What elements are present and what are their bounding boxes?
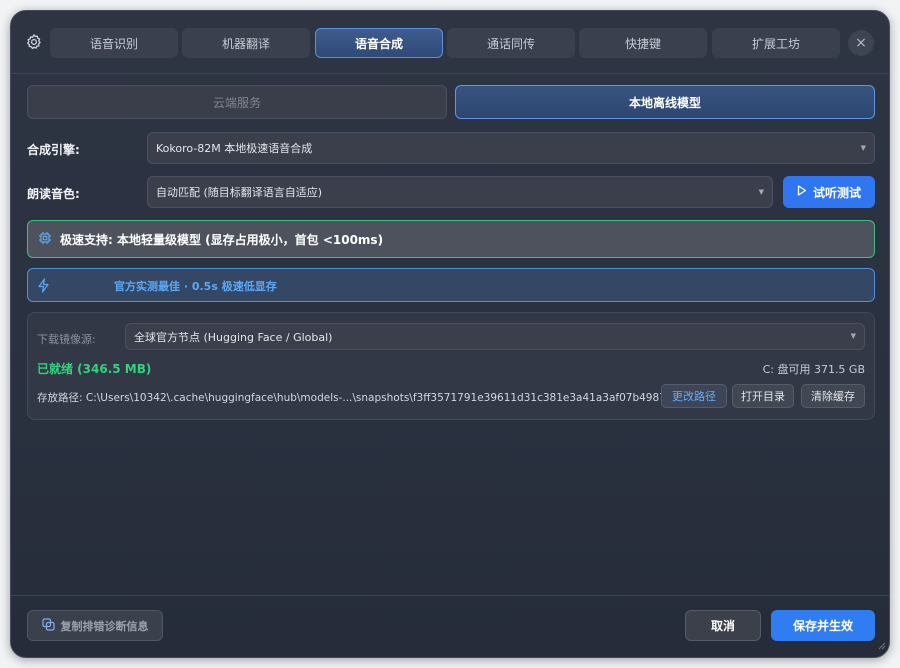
tab-extensions[interactable]: 扩展工坊 — [712, 28, 840, 58]
tab-shortcuts[interactable]: 快捷键 — [579, 28, 707, 58]
settings-window: 语音识别 机器翻译 语音合成 通话同传 快捷键 扩展工坊 × 云端服务 本地离线… — [10, 10, 890, 658]
chevron-down-icon: ▼ — [850, 332, 856, 340]
mode-local-button[interactable]: 本地离线模型 — [455, 85, 875, 119]
benchmark-text: 官方实测最佳 · 0.5s 极速低显存 — [114, 280, 277, 293]
mirror-select[interactable]: 全球官方节点 (Hugging Face / Global) ▼ — [125, 323, 865, 350]
cancel-button[interactable]: 取消 — [685, 610, 761, 641]
close-icon: × — [855, 35, 867, 51]
resize-grip-icon[interactable] — [876, 635, 886, 654]
voice-label: 朗读音色: — [27, 187, 80, 201]
open-folder-button[interactable]: 打开目录 — [732, 384, 794, 408]
engine-label: 合成引擎: — [27, 143, 80, 157]
tab-speech-recognition[interactable]: 语音识别 — [50, 28, 178, 58]
speed-support-text: 极速支持: 本地轻量级模型 (显存占用极小，首包 <100ms) — [60, 232, 384, 247]
divider — [11, 73, 889, 74]
mirror-label: 下载镜像源: — [37, 333, 96, 346]
voice-select[interactable]: 自动匹配 (随目标翻译语言自适应) ▼ — [147, 176, 773, 208]
storage-path: 存放路径: C:\Users\10342\.cache\huggingface\… — [37, 392, 666, 404]
mirror-value: 全球官方节点 (Hugging Face / Global) — [134, 330, 333, 344]
play-icon — [797, 185, 807, 199]
benchmark-notice: 官方实测最佳 · 0.5s 极速低显存 — [27, 268, 875, 302]
chip-icon — [38, 231, 52, 248]
tab-call-interpretation[interactable]: 通话同传 — [447, 28, 575, 58]
voice-value: 自动匹配 (随目标翻译语言自适应) — [156, 186, 323, 199]
lightning-icon — [37, 278, 50, 296]
disk-space: C: 盘可用 371.5 GB — [762, 363, 865, 376]
test-voice-button[interactable]: 试听测试 — [783, 176, 875, 208]
tab-speech-synthesis[interactable]: 语音合成 — [315, 28, 443, 58]
mode-cloud-button[interactable]: 云端服务 — [27, 85, 447, 119]
copy-icon — [41, 617, 55, 634]
copy-diagnostics-label: 复制排错诊断信息 — [60, 619, 149, 633]
change-path-button[interactable]: 更改路径 — [661, 384, 727, 408]
close-button[interactable]: × — [848, 30, 874, 56]
clear-cache-button[interactable]: 清除缓存 — [801, 384, 865, 408]
download-panel: 下载镜像源: 全球官方节点 (Hugging Face / Global) ▼ … — [27, 312, 875, 420]
save-apply-button[interactable]: 保存并生效 — [771, 610, 875, 641]
chevron-down-icon: ▼ — [860, 144, 866, 152]
speed-support-notice: 极速支持: 本地轻量级模型 (显存占用极小，首包 <100ms) — [27, 220, 875, 258]
copy-diagnostics-button[interactable]: 复制排错诊断信息 — [27, 610, 163, 641]
footer-divider — [11, 595, 889, 596]
engine-value: Kokoro-82M 本地极速语音合成 — [156, 142, 313, 155]
test-voice-label: 试听测试 — [812, 185, 861, 200]
chevron-down-icon: ▼ — [758, 188, 764, 196]
gear-icon[interactable] — [25, 33, 43, 51]
tab-machine-translation[interactable]: 机器翻译 — [182, 28, 310, 58]
model-status: 已就绪 (346.5 MB) — [37, 362, 152, 376]
engine-select[interactable]: Kokoro-82M 本地极速语音合成 ▼ — [147, 132, 875, 164]
